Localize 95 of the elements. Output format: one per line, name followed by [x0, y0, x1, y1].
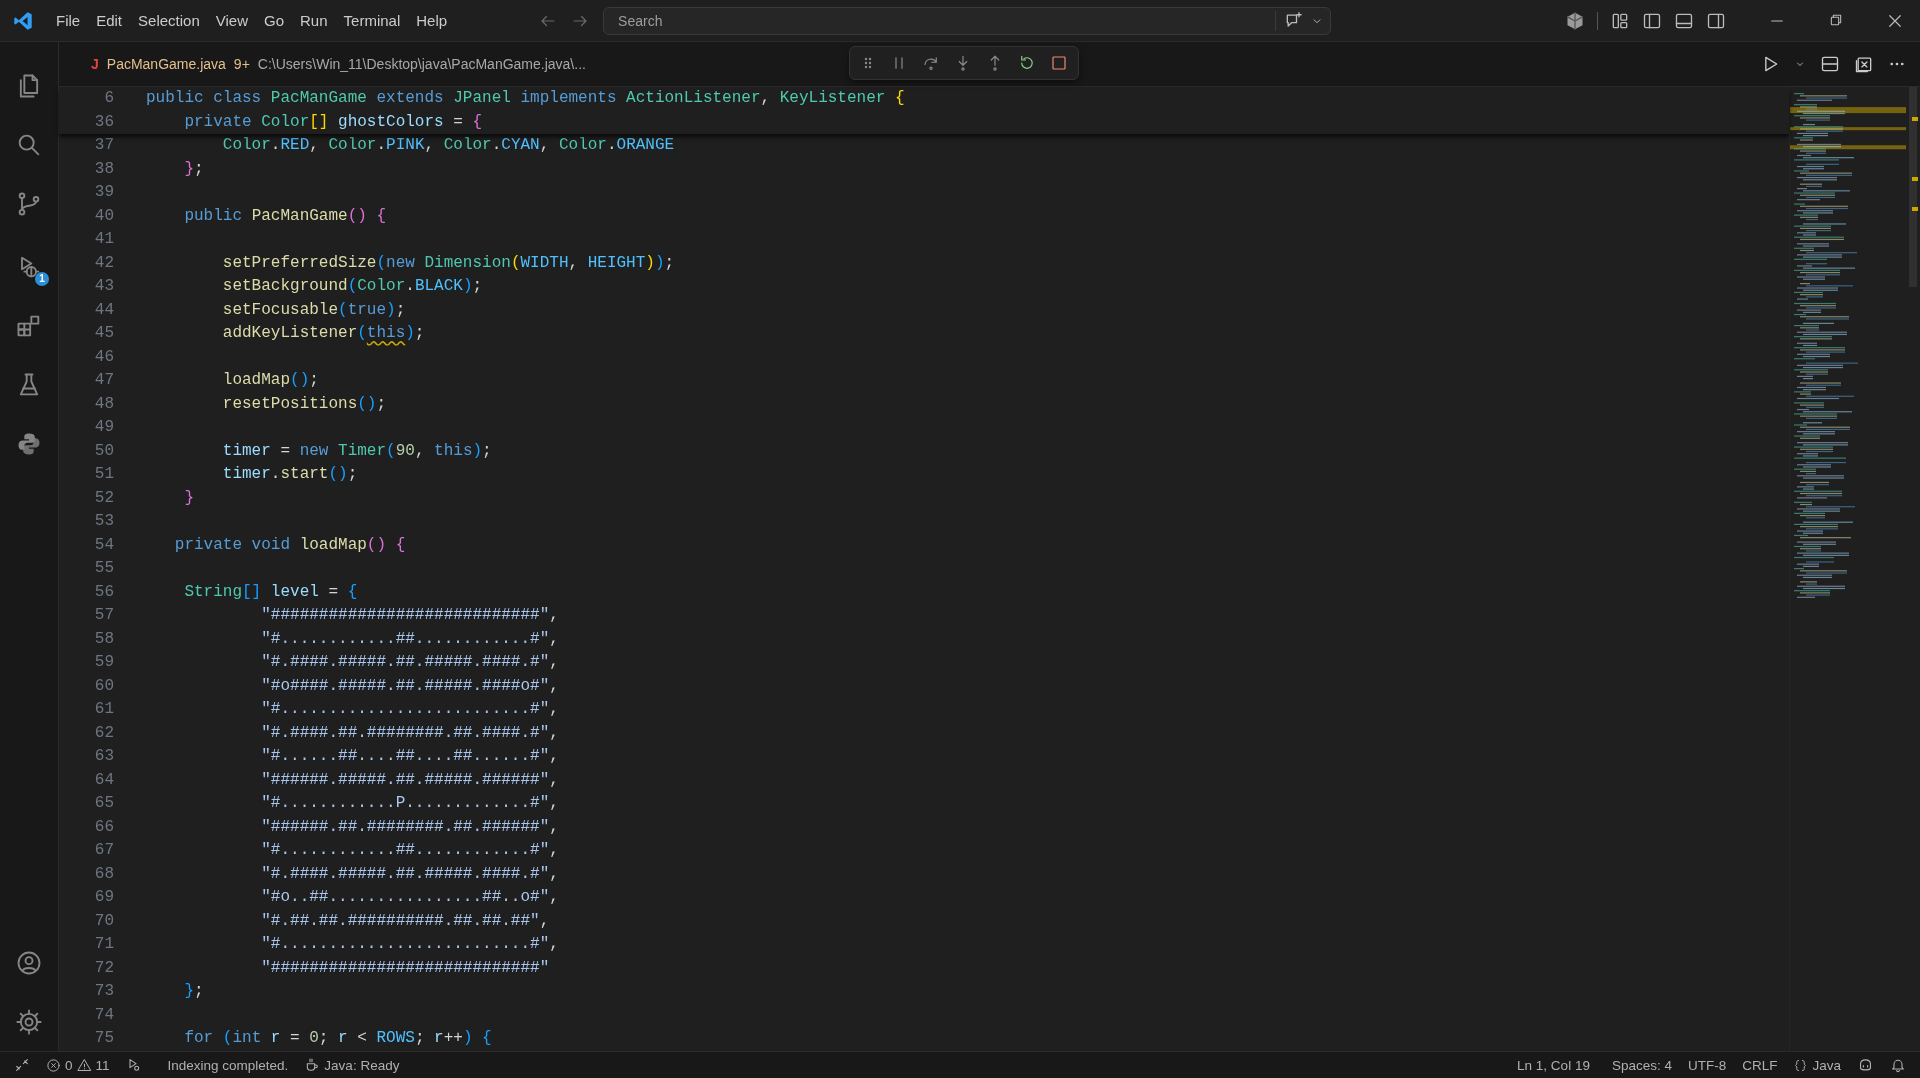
line-number: 55: [93, 558, 114, 579]
language-mode[interactable]: Java: [1785, 1057, 1849, 1073]
line-number: 63: [93, 746, 114, 767]
menu-item[interactable]: Run: [292, 8, 336, 33]
line-number: 36: [93, 111, 114, 133]
code-line: "#......##....##....##......#",: [260, 746, 559, 767]
menu-item[interactable]: Terminal: [335, 8, 409, 33]
line-number: 48: [93, 393, 114, 415]
code-line: resetPositions();: [221, 393, 387, 415]
line-number: 56: [93, 581, 114, 603]
code-line: "######.##.########.##.######",: [260, 816, 559, 838]
line-number: 52: [93, 487, 114, 509]
line-number: 64: [93, 769, 114, 791]
menu-item[interactable]: Selection: [130, 8, 208, 33]
line-number: 41: [93, 229, 114, 250]
line-number: 39: [93, 182, 114, 203]
line-number: 53: [93, 511, 114, 532]
code-line: "#..........................#",: [260, 699, 559, 720]
notification-badge: 1: [35, 272, 49, 286]
menu-item[interactable]: Go: [256, 8, 292, 33]
line-number: 73: [93, 981, 114, 1002]
code-line: Color.RED, Color.PINK, Color.CYAN, Color.ORANGE: [221, 135, 675, 156]
code-line: "#o####.#####.##.#####.####o#",: [260, 675, 559, 697]
code-line: setFocusable(true);: [221, 299, 406, 321]
code-line: "#.####.#####.##.#####.####.#",: [260, 863, 559, 885]
line-number: 67: [93, 840, 114, 861]
code-line: "############################",: [260, 605, 559, 626]
line-ending-status[interactable]: CRLF: [1734, 1057, 1786, 1073]
code-line: }: [183, 487, 194, 509]
line-number: 50: [93, 440, 114, 462]
java-file-icon: J: [91, 56, 99, 72]
code-line: "#............P.............#",: [260, 793, 559, 814]
line-number: 47: [93, 370, 114, 391]
code-line: "#.##.##.##########.##.##.##",: [260, 910, 550, 932]
code-line: "#..........................#",: [260, 934, 559, 955]
code-line: public class PacManGame extends JPanel implements ActionListener, KeyListener {: [146, 88, 905, 109]
line-number: 44: [93, 299, 114, 321]
java-status[interactable]: Java: Ready: [296, 1057, 408, 1073]
line-number: 75: [93, 1028, 114, 1049]
line-number: 40: [93, 205, 114, 227]
line-number: 65: [93, 793, 114, 814]
line-number: 43: [93, 276, 114, 297]
line-number: 49: [93, 417, 114, 438]
code-line: addKeyListener(this);: [221, 323, 425, 344]
problems-status[interactable]: 0 11: [38, 1057, 118, 1073]
code-line: };: [183, 158, 204, 180]
code-line: for (int r = 0; r < ROWS; r++) {: [183, 1028, 492, 1049]
code-line: String[] level = {: [183, 581, 358, 603]
menu-item[interactable]: View: [207, 8, 256, 33]
line-number: 38: [93, 158, 114, 180]
line-number: 60: [93, 675, 114, 697]
line-number: 71: [93, 934, 114, 955]
line-number: 59: [93, 652, 114, 673]
line-number: 72: [93, 957, 114, 979]
menu-item[interactable]: Edit: [88, 8, 131, 33]
menu-item[interactable]: Help: [408, 8, 456, 33]
code-line: setBackground(Color.BLACK);: [221, 276, 483, 297]
search-bar[interactable]: Search: [603, 6, 1332, 35]
code-line: "#o..##................##..o#",: [260, 887, 559, 908]
encoding-status[interactable]: UTF-8: [1679, 1057, 1735, 1073]
code-line: "############################": [260, 957, 550, 979]
cursor-position[interactable]: Ln 1, Col 19: [1509, 1057, 1598, 1073]
line-number: 45: [93, 323, 114, 344]
line-number: 6: [103, 88, 114, 109]
code-line: timer.start();: [221, 464, 358, 485]
line-number: 46: [93, 346, 114, 368]
code-line: timer = new Timer(90, this);: [221, 440, 492, 462]
line-number: 68: [93, 863, 114, 885]
line-number: 69: [93, 887, 114, 908]
line-number: 62: [93, 722, 114, 744]
code-line: setPreferredSize(new Dimension(WIDTH, HEIGHT));: [221, 252, 675, 274]
line-number: 37: [93, 135, 114, 156]
line-number: 54: [93, 534, 114, 556]
line-number: 70: [93, 910, 114, 932]
line-number: 57: [93, 605, 114, 626]
line-number: 42: [93, 252, 114, 274]
code-line: private Color[] ghostColors = {: [183, 111, 483, 133]
code-line: "######.#####.##.#####.######",: [260, 769, 559, 791]
code-line: };: [183, 981, 204, 1002]
line-number: 58: [93, 628, 114, 650]
line-number: 51: [93, 464, 114, 485]
code-line: "#.####.#####.##.#####.####.#",: [260, 652, 559, 673]
line-number: 66: [93, 816, 114, 838]
code-line: "#.####.##.########.##.####.#",: [260, 722, 559, 744]
code-line: "#............##............#",: [260, 840, 559, 861]
menu-item[interactable]: File: [48, 8, 89, 33]
status-message: Indexing completed.: [166, 1057, 290, 1073]
code-line: private void loadMap() {: [173, 534, 406, 556]
code-line: "#............##............#",: [260, 628, 559, 650]
line-number: 74: [93, 1004, 114, 1026]
line-number: 61: [93, 699, 114, 720]
code-line: loadMap();: [221, 370, 319, 391]
indentation-status[interactable]: Spaces: 4: [1603, 1057, 1680, 1073]
search-field[interactable]: Search: [616, 11, 1276, 30]
code-line: public PacManGame() {: [183, 205, 387, 227]
